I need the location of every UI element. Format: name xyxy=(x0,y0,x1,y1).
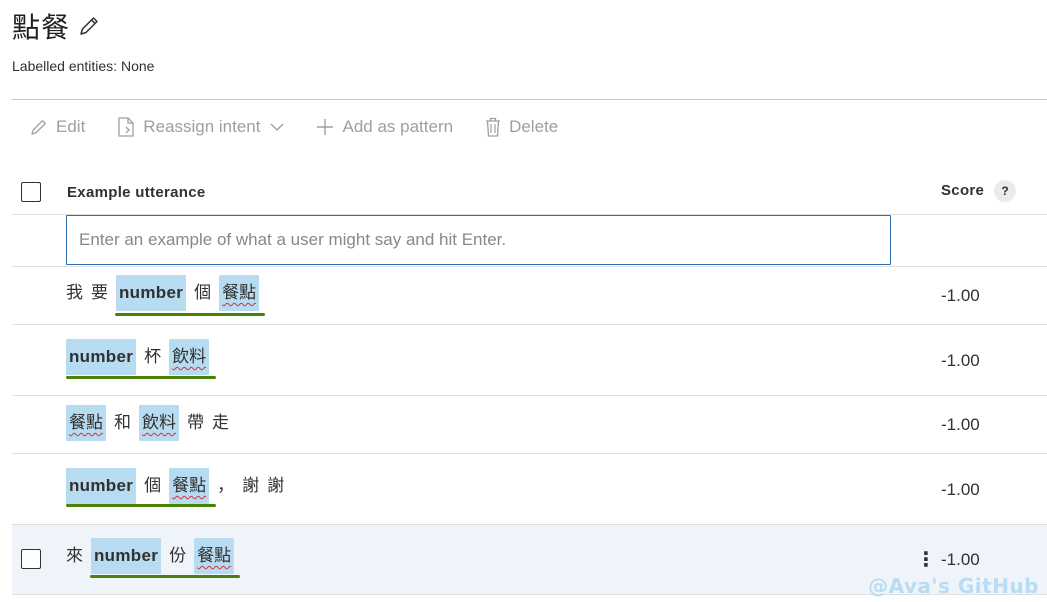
utterance-text: number 杯 飲料 xyxy=(66,339,217,375)
edit-label: Edit xyxy=(56,117,86,136)
row-checkbox[interactable] xyxy=(21,549,41,569)
utterance-token: 和 xyxy=(114,413,131,433)
entity-underline[interactable] xyxy=(66,376,216,379)
more-options-icon[interactable]: ⋮ xyxy=(916,547,936,572)
new-utterance-row xyxy=(12,215,1047,267)
table-row[interactable]: 我 要 number 個 餐點 -1.00 xyxy=(12,267,1047,325)
entity-chip[interactable]: number xyxy=(66,339,137,375)
utterance-token: ， xyxy=(217,476,235,496)
utterance-token: 個 xyxy=(194,283,212,303)
page-title: 點餐 xyxy=(12,11,71,44)
utterance-token: 我 xyxy=(66,283,83,303)
reassign-intent-button[interactable]: Reassign intent xyxy=(117,117,284,137)
utterance-text: 我 要 number 個 餐點 xyxy=(66,275,267,311)
utterance-token: 走 xyxy=(212,413,229,433)
utterance-text: 餐點 和 飲料 帶 走 xyxy=(66,405,237,441)
edit-title-icon[interactable] xyxy=(78,15,100,37)
delete-button[interactable]: Delete xyxy=(485,117,558,137)
entity-chip[interactable]: number xyxy=(66,468,137,504)
toolbar: Edit Reassign intent Add as pattern Dele… xyxy=(30,110,590,144)
entity-chip[interactable]: number xyxy=(116,275,187,311)
add-as-pattern-label: Add as pattern xyxy=(342,117,454,136)
utterance-text: number 個 餐點 ， 謝 謝 xyxy=(66,468,292,504)
help-icon[interactable]: ? xyxy=(994,180,1016,202)
entity-underline[interactable] xyxy=(66,504,216,507)
utterance-token: 帶 xyxy=(187,413,204,433)
utterance-token: 個 xyxy=(144,476,162,496)
watermark: @Ava's GitHub xyxy=(868,574,1039,598)
table-row[interactable]: number 個 餐點 ， 謝 謝 -1.00 xyxy=(12,454,1047,525)
utterance-token: 份 xyxy=(169,546,187,566)
plus-icon xyxy=(317,119,334,135)
score-value: -1.00 xyxy=(941,351,980,370)
add-as-pattern-button[interactable]: Add as pattern xyxy=(316,117,453,137)
utterance-token: 要 xyxy=(91,283,108,303)
utterance-input[interactable] xyxy=(66,215,891,265)
page-header: 點餐 xyxy=(12,6,100,46)
utterance-token: 來 xyxy=(66,546,83,566)
table-row[interactable]: 餐點 和 飲料 帶 走 -1.00 xyxy=(12,396,1047,454)
entity-chip[interactable]: 飲料 xyxy=(169,339,210,375)
trash-icon xyxy=(486,117,501,137)
pencil-icon xyxy=(31,120,46,135)
chevron-down-icon xyxy=(270,123,284,131)
entity-chip[interactable]: 餐點 xyxy=(169,468,210,504)
labelled-entities-text: Labelled entities: None xyxy=(12,58,155,74)
document-icon xyxy=(118,117,134,137)
score-value: -1.00 xyxy=(941,480,980,499)
entity-chip[interactable]: 餐點 xyxy=(194,538,235,574)
entity-chip[interactable]: 餐點 xyxy=(66,405,106,441)
header-divider xyxy=(12,99,1047,100)
column-header-utterance[interactable]: Example utterance xyxy=(67,184,206,201)
select-all-checkbox[interactable] xyxy=(21,182,41,202)
entity-underline[interactable] xyxy=(115,313,265,316)
table-header: Example utterance Score ? xyxy=(12,170,1047,215)
table-row[interactable]: number 杯 飲料 -1.00 xyxy=(12,325,1047,396)
score-value: -1.00 xyxy=(941,286,980,305)
entity-chip[interactable]: number xyxy=(91,538,162,574)
delete-label: Delete xyxy=(509,117,559,136)
entity-underline[interactable] xyxy=(90,575,240,578)
utterance-token: 杯 xyxy=(144,347,162,367)
utterance-token: 謝 xyxy=(267,476,285,496)
score-value: -1.00 xyxy=(941,550,980,569)
edit-button[interactable]: Edit xyxy=(30,117,85,137)
entity-chip[interactable]: 餐點 xyxy=(219,275,260,311)
reassign-intent-label: Reassign intent xyxy=(143,117,261,136)
utterance-text: 來 number 份 餐點 xyxy=(66,538,242,574)
utterance-token: 謝 xyxy=(242,476,260,496)
score-value: -1.00 xyxy=(941,415,980,434)
entity-chip[interactable]: 飲料 xyxy=(139,405,179,441)
column-header-score[interactable]: Score xyxy=(941,182,984,199)
